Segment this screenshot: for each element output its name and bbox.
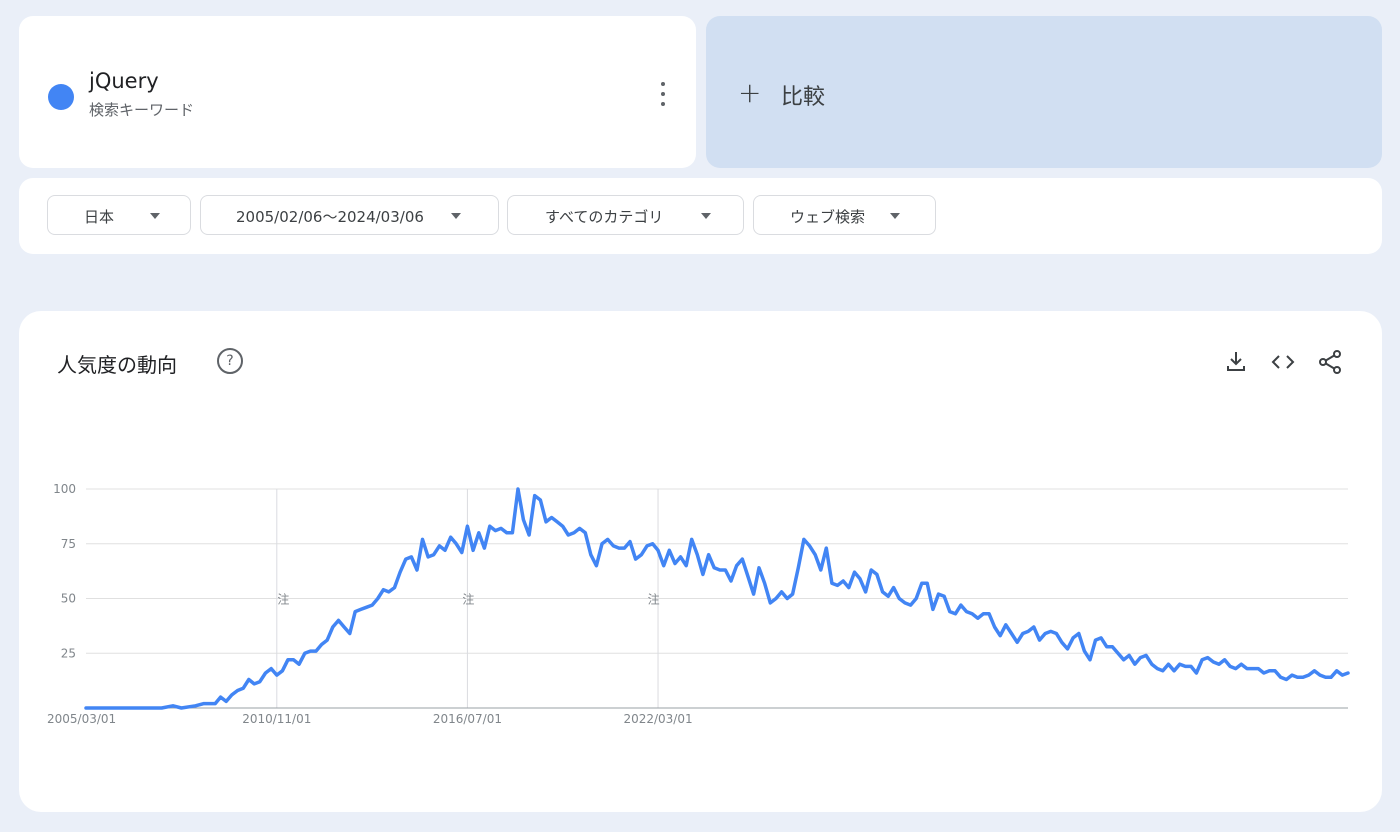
note-marker: 注 xyxy=(648,592,660,607)
search-term-name[interactable]: jQuery xyxy=(89,69,159,93)
date-range-filter[interactable]: 2005/02/06～2024/03/06 xyxy=(200,195,499,235)
x-tick-label: 2005/03/01 xyxy=(47,712,116,726)
y-tick-label: 100 xyxy=(53,482,76,496)
date-range-filter-label: 2005/02/06～2024/03/06 xyxy=(236,208,424,226)
interest-over-time-card: 25 50 75 100 2005/03/01 2010/11/01 2016/07/01 2… xyxy=(19,311,1382,812)
more-vert-icon[interactable] xyxy=(655,80,671,108)
region-filter-label: 日本 xyxy=(84,208,115,226)
note-marker: 注 xyxy=(462,592,474,607)
y-tick-label: 50 xyxy=(61,592,76,606)
category-filter-label: すべてのカテゴリ xyxy=(545,208,664,226)
caret-down-icon xyxy=(451,213,461,219)
help-icon[interactable]: ? xyxy=(217,348,243,374)
category-filter[interactable]: すべてのカテゴリ xyxy=(507,195,744,235)
compare-label: 比較 xyxy=(781,85,826,110)
chart-title: 人気度の動向 xyxy=(57,353,177,377)
interest-line-chart: 25 50 75 100 2005/03/01 2010/11/01 2016/07/01 2… xyxy=(47,482,1350,726)
x-tick-label: 2016/07/01 xyxy=(433,712,502,726)
download-icon[interactable] xyxy=(1223,349,1249,375)
caret-down-icon xyxy=(150,213,160,219)
search-type-filter-label: ウェブ検索 xyxy=(790,208,866,226)
compare-button[interactable]: + 比較 xyxy=(706,16,1382,168)
caret-down-icon xyxy=(701,213,711,219)
embed-icon[interactable] xyxy=(1270,349,1296,375)
note-marker: 注 xyxy=(277,592,289,607)
x-tick-label: 2022/03/01 xyxy=(623,712,692,726)
search-term-type: 検索キーワード xyxy=(89,101,195,119)
filter-bar: 日本 2005/02/06～2024/03/06 すべてのカテゴリ ウェブ検索 xyxy=(19,178,1382,254)
region-filter[interactable]: 日本 xyxy=(47,195,191,235)
y-tick-label: 25 xyxy=(61,646,76,660)
share-icon[interactable] xyxy=(1317,349,1343,375)
search-type-filter[interactable]: ウェブ検索 xyxy=(753,195,936,235)
y-tick-label: 75 xyxy=(61,537,76,551)
search-term-card[interactable]: jQuery 検索キーワード xyxy=(19,16,696,168)
series-color-dot xyxy=(48,84,74,110)
x-tick-label: 2010/11/01 xyxy=(242,712,311,726)
plus-icon: + xyxy=(738,76,762,109)
caret-down-icon xyxy=(890,213,900,219)
